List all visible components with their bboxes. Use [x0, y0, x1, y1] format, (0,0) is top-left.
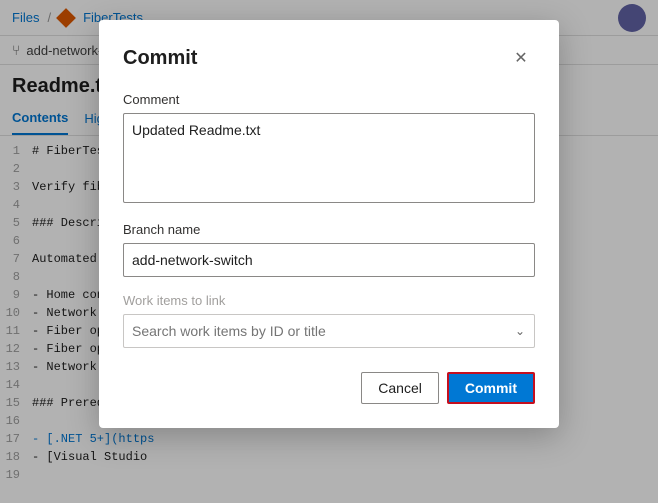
cancel-button[interactable]: Cancel: [361, 372, 439, 404]
modal-title: Commit: [123, 47, 197, 70]
commit-button[interactable]: Commit: [447, 372, 535, 404]
modal-header: Commit ✕: [123, 44, 535, 72]
comment-textarea[interactable]: Updated Readme.txt: [123, 113, 535, 203]
comment-field-label: Comment: [123, 92, 535, 107]
work-items-dropdown-wrapper: ⌄: [123, 314, 535, 348]
close-button[interactable]: ✕: [507, 44, 535, 72]
modal-footer: Cancel Commit: [123, 372, 535, 404]
work-items-search-input[interactable]: [123, 314, 535, 348]
branch-field-label: Branch name: [123, 222, 535, 237]
commit-dialog: Commit ✕ Comment Updated Readme.txt Bran…: [99, 20, 559, 428]
branch-name-input[interactable]: [123, 243, 535, 277]
modal-overlay: Commit ✕ Comment Updated Readme.txt Bran…: [0, 0, 658, 503]
work-items-label: Work items to link: [123, 293, 535, 308]
